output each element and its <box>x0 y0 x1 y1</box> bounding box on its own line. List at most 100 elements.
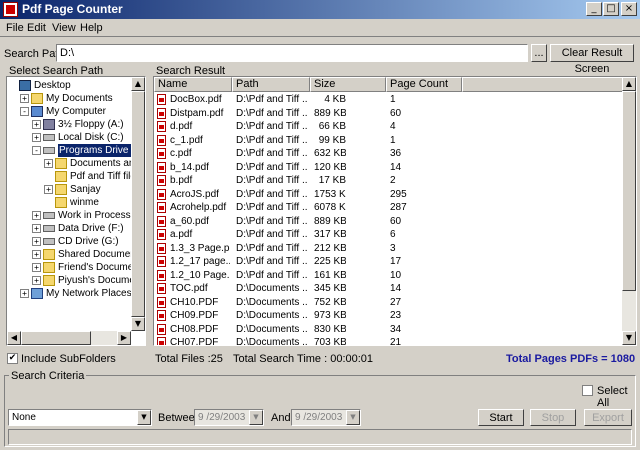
tree-item[interactable]: + Local Disk (C:) <box>7 131 131 144</box>
from-date-picker[interactable]: 9 /29/2003 ▼ <box>194 409 264 426</box>
cell-page-count: 60 <box>390 215 402 227</box>
table-row[interactable]: Distpam.pdf D:\Pdf and Tiff ... 889 KB 60 <box>154 107 622 120</box>
chevron-down-icon[interactable]: ▼ <box>137 410 151 425</box>
folder-tree[interactable]: Desktop + My Documents - My Computer +3½ Flop… <box>6 76 146 346</box>
tree-hscroll-thumb[interactable] <box>21 331 91 345</box>
expand-icon[interactable]: + <box>32 133 41 142</box>
table-row[interactable]: b.pdf D:\Pdf and Tiff ... 17 KB 2 <box>154 174 622 187</box>
clear-result-button[interactable]: Clear Result Screen <box>550 44 634 75</box>
to-date-picker[interactable]: 9 /29/2003 ▼ <box>291 409 361 426</box>
result-grid[interactable]: Name Path Size Page Count DocBox.pdf D:\P… <box>153 76 637 346</box>
menu-edit[interactable]: Edit <box>27 22 46 34</box>
include-subfolders-checkbox[interactable]: ✔ <box>7 353 18 364</box>
scroll-up-icon[interactable]: ▲ <box>622 77 636 91</box>
select-all-checkbox[interactable] <box>582 385 593 396</box>
stop-button[interactable]: Stop <box>530 409 576 426</box>
result-vscroll[interactable]: ▲ ▼ <box>622 77 636 345</box>
table-row[interactable]: TOC.pdf D:\Documents ... 345 KB 14 <box>154 282 622 295</box>
table-row[interactable]: CH08.PDF D:\Documents ... 830 KB 34 <box>154 323 622 336</box>
menu-help[interactable]: Help <box>80 22 103 34</box>
scroll-right-icon[interactable]: ▶ <box>117 331 131 345</box>
table-row[interactable]: c_1.pdf D:\Pdf and Tiff ... 99 KB 1 <box>154 134 622 147</box>
scroll-down-icon[interactable]: ▼ <box>131 317 145 331</box>
tree-item[interactable]: + Shared Documents <box>7 248 144 261</box>
expand-icon[interactable]: + <box>44 185 53 194</box>
drive-icon <box>43 238 55 245</box>
table-row[interactable]: b_14.pdf D:\Pdf and Tiff ... 120 KB 14 <box>154 161 622 174</box>
cell-page-count: 27 <box>390 296 402 308</box>
minimize-button[interactable]: _ <box>586 2 602 16</box>
result-vscroll-thumb[interactable] <box>622 91 636 291</box>
cell-path: D:\Pdf and Tiff ... <box>236 256 308 267</box>
menu-file[interactable]: File <box>6 22 24 34</box>
chevron-down-icon[interactable]: ▼ <box>249 410 263 425</box>
tree-item[interactable]: + Friend's Documents <box>7 261 145 274</box>
tree-item[interactable]: + My Documents <box>7 92 131 105</box>
table-row[interactable]: c.pdf D:\Pdf and Tiff ... 632 KB 36 <box>154 147 622 160</box>
tree-item[interactable]: + Sanjay <box>7 183 131 196</box>
table-row[interactable]: d.pdf D:\Pdf and Tiff ... 66 KB 4 <box>154 120 622 133</box>
tree-item[interactable]: Desktop <box>7 79 131 92</box>
expand-icon[interactable]: + <box>32 120 41 129</box>
maximize-button[interactable]: □ <box>603 2 619 16</box>
table-row[interactable]: 1.2_17 page.... D:\Pdf and Tiff ... 225 KB… <box>154 255 622 268</box>
pdf-file-icon <box>157 256 166 267</box>
collapse-icon[interactable]: - <box>20 107 29 116</box>
tree-item[interactable]: winme <box>7 196 131 209</box>
cell-page-count: 2 <box>390 175 396 186</box>
table-row[interactable]: AcroJS.pdf D:\Pdf and Tiff ... 1753 KB 295 <box>154 188 622 201</box>
start-button[interactable]: Start <box>478 409 524 426</box>
table-row[interactable]: Acrohelp.pdf D:\Pdf and Tiff ... 6078 KB 28… <box>154 201 622 214</box>
expand-icon[interactable]: + <box>32 250 41 259</box>
column-header-page-count[interactable]: Page Count <box>386 77 462 92</box>
table-row[interactable]: DocBox.pdf D:\Pdf and Tiff ... 4 KB 1 <box>154 93 622 106</box>
column-header-size[interactable]: Size <box>310 77 386 92</box>
collapse-icon[interactable]: - <box>32 146 41 155</box>
expand-icon[interactable]: + <box>32 224 41 233</box>
tree-item[interactable]: + Data Drive (F:) <box>7 222 131 235</box>
table-row[interactable]: CH07.PDF D:\Documents ... 703 KB 21 <box>154 336 622 345</box>
expand-icon[interactable]: + <box>44 159 53 168</box>
expand-icon[interactable]: + <box>32 237 41 246</box>
column-header-name[interactable]: Name <box>154 77 232 92</box>
tree-item[interactable]: + CD Drive (G:) <box>7 235 131 248</box>
tree-item[interactable]: - My Computer <box>7 105 131 118</box>
tree-item[interactable]: + Work in Process (E:) <box>7 209 145 222</box>
scroll-down-icon[interactable]: ▼ <box>622 331 636 345</box>
table-row[interactable]: a.pdf D:\Pdf and Tiff ... 317 KB 6 <box>154 228 622 241</box>
tree-vscroll[interactable]: ▲ ▼ <box>131 77 145 331</box>
cell-page-count: 287 <box>390 202 407 213</box>
scroll-up-icon[interactable]: ▲ <box>131 77 145 91</box>
export-button[interactable]: Export <box>584 409 632 426</box>
column-header-path[interactable]: Path <box>232 77 310 92</box>
scroll-left-icon[interactable]: ◀ <box>7 331 21 345</box>
cell-size: 345 KB <box>314 283 346 294</box>
table-row[interactable]: 1.2_10 Page.... D:\Pdf and Tiff ... 161 KB… <box>154 269 622 282</box>
tree-item[interactable]: - Programs Drive (D:) <box>7 144 145 157</box>
expand-icon[interactable]: + <box>32 263 41 272</box>
table-row[interactable]: 1.3_3 Page.pdf D:\Pdf and Tiff ... 212 KB 3 <box>154 242 622 255</box>
cell-name: Acrohelp.pdf <box>170 202 227 213</box>
chevron-down-icon[interactable]: ▼ <box>346 410 360 425</box>
expand-icon[interactable]: + <box>20 94 29 103</box>
menu-view[interactable]: View <box>52 22 76 34</box>
expand-icon[interactable]: + <box>32 211 41 220</box>
criteria-filter-combo[interactable]: None ▼ <box>8 409 152 426</box>
tree-item[interactable]: +Documents and Sett <box>7 157 145 170</box>
browse-button[interactable]: ... <box>531 44 547 62</box>
cell-path: D:\Pdf and Tiff ... <box>236 94 308 105</box>
tree-hscroll[interactable]: ◀ ▶ <box>7 331 131 345</box>
tree-item[interactable]: Pdf and Tiff files files <box>7 170 145 183</box>
expand-icon[interactable]: + <box>32 276 41 285</box>
expand-icon[interactable]: + <box>20 289 29 298</box>
tree-vscroll-thumb[interactable] <box>131 91 145 317</box>
tree-item[interactable]: + Piyush's Documents <box>7 274 145 287</box>
tree-item[interactable]: + My Network Places <box>7 287 132 300</box>
tree-item[interactable]: +3½ Floppy (A:) <box>7 118 131 131</box>
close-button[interactable]: × <box>621 2 637 16</box>
table-row[interactable]: a_60.pdf D:\Pdf and Tiff ... 889 KB 60 <box>154 215 622 228</box>
cell-path: D:\Pdf and Tiff ... <box>236 215 308 227</box>
search-path-input[interactable]: D:\ <box>56 44 528 62</box>
table-row[interactable]: CH10.PDF D:\Documents ... 752 KB 27 <box>154 296 622 309</box>
table-row[interactable]: CH09.PDF D:\Documents ... 973 KB 23 <box>154 309 622 322</box>
